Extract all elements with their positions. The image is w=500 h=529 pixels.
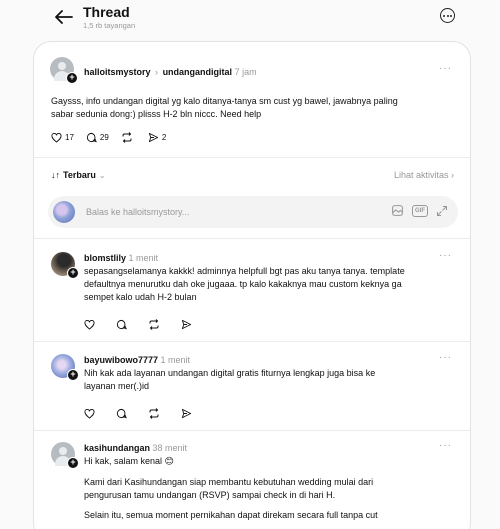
reply-username[interactable]: blomstlily bbox=[84, 253, 126, 263]
reply-actions bbox=[84, 319, 207, 330]
reply-more-icon[interactable]: ··· bbox=[439, 352, 452, 363]
reply-time: 1 menit bbox=[160, 355, 191, 365]
post-time: 7 jam bbox=[234, 67, 257, 77]
divider bbox=[34, 238, 470, 239]
comment-button[interactable] bbox=[116, 408, 130, 419]
comment-bubble-icon bbox=[116, 319, 127, 330]
image-icon[interactable] bbox=[391, 204, 404, 217]
like-button[interactable] bbox=[84, 408, 98, 419]
reply-avatar[interactable]: + bbox=[51, 442, 79, 469]
comment-count: 29 bbox=[99, 133, 109, 142]
like-button[interactable]: 17 bbox=[51, 132, 74, 143]
divider bbox=[34, 430, 470, 431]
share-count: 2 bbox=[161, 133, 167, 142]
send-icon bbox=[148, 132, 158, 143]
follow-plus-icon[interactable]: + bbox=[67, 369, 79, 381]
send-icon bbox=[181, 408, 192, 419]
expand-icon[interactable] bbox=[436, 205, 448, 217]
comment-bubble-icon bbox=[116, 408, 127, 419]
more-options-icon[interactable] bbox=[440, 8, 455, 23]
reply-time: 38 menit bbox=[152, 443, 188, 453]
chevron-right-icon: › bbox=[155, 67, 159, 77]
divider bbox=[34, 341, 470, 342]
reply-avatar[interactable]: + bbox=[51, 252, 79, 279]
reply-tools: GIF bbox=[391, 204, 448, 217]
heart-icon bbox=[51, 132, 62, 143]
sort-arrows-icon: ↓↑ bbox=[51, 170, 60, 180]
reply-text: Nih kak ada layanan undangan digital gra… bbox=[84, 368, 376, 391]
post-more-icon[interactable]: ··· bbox=[439, 63, 452, 74]
heart-icon bbox=[84, 408, 95, 419]
reply-box[interactable]: Balas ke halloitsmystory... GIF bbox=[48, 196, 458, 228]
share-button[interactable] bbox=[181, 408, 195, 419]
reply-meta: bayuwibowo7777 1 menit bbox=[84, 354, 190, 366]
view-count: 1,5 rb tayangan bbox=[83, 21, 136, 30]
post-text: Gaysss, info undangan digital yg kalo di… bbox=[51, 96, 398, 119]
comment-button[interactable] bbox=[116, 319, 130, 330]
reply-meta: kasihundangan 38 menit bbox=[84, 442, 187, 454]
reply-meta: blomstlily 1 menit bbox=[84, 252, 158, 264]
gif-icon[interactable]: GIF bbox=[412, 204, 428, 217]
heart-icon bbox=[84, 319, 95, 330]
reply-text: Hi kak, salam kenal 😊 Kami dari Kasihund… bbox=[84, 456, 378, 520]
follow-plus-icon[interactable]: + bbox=[67, 457, 79, 469]
sort-label: Terbaru bbox=[63, 170, 96, 180]
like-count: 17 bbox=[65, 133, 74, 142]
repost-button[interactable] bbox=[121, 132, 136, 143]
post-username[interactable]: halloitsmystory bbox=[84, 67, 151, 77]
share-button[interactable]: 2 bbox=[148, 132, 166, 143]
repost-button[interactable] bbox=[148, 408, 163, 419]
post-meta: halloitsmystory › undangandigital 7 jam bbox=[84, 66, 257, 78]
reply-more-icon[interactable]: ··· bbox=[439, 250, 452, 261]
page-title: Thread bbox=[83, 4, 130, 20]
comment-button[interactable]: 29 bbox=[86, 132, 109, 143]
reply-avatar[interactable]: + bbox=[51, 354, 79, 381]
send-icon bbox=[181, 319, 192, 330]
reply-text: sepasangselamanya kakkk! adminnya helpfu… bbox=[84, 266, 405, 302]
sort-dropdown[interactable]: ↓↑ Terbaru ⌄ bbox=[51, 170, 106, 180]
top-bar: Thread 1,5 rb tayangan bbox=[0, 0, 500, 40]
current-user-avatar bbox=[53, 201, 75, 223]
thread-card: + halloitsmystory › undangandigital 7 ja… bbox=[33, 41, 471, 529]
like-button[interactable] bbox=[84, 319, 98, 330]
back-arrow-icon[interactable] bbox=[54, 9, 74, 25]
repost-icon bbox=[149, 319, 159, 330]
comment-bubble-icon bbox=[86, 132, 97, 143]
follow-plus-icon[interactable]: + bbox=[66, 72, 78, 84]
repost-button[interactable] bbox=[148, 319, 163, 330]
reply-more-icon[interactable]: ··· bbox=[439, 440, 452, 451]
post-reply-to-username[interactable]: undangandigital bbox=[163, 67, 233, 77]
share-button[interactable] bbox=[181, 319, 195, 330]
chevron-down-icon: ⌄ bbox=[98, 170, 106, 180]
post-actions: 17 29 2 bbox=[51, 132, 178, 143]
chevron-right-icon: › bbox=[451, 170, 454, 180]
reply-username[interactable]: bayuwibowo7777 bbox=[84, 355, 158, 365]
reply-actions bbox=[84, 408, 207, 419]
view-activity-link[interactable]: Lihat aktivitas › bbox=[394, 170, 454, 180]
post-author-avatar[interactable]: + bbox=[50, 57, 78, 84]
reply-username[interactable]: kasihundangan bbox=[84, 443, 150, 453]
reply-time: 1 menit bbox=[128, 253, 159, 263]
repost-icon bbox=[149, 408, 159, 419]
follow-plus-icon[interactable]: + bbox=[67, 267, 79, 279]
repost-icon bbox=[122, 132, 132, 143]
divider bbox=[34, 157, 470, 158]
reply-input-placeholder[interactable]: Balas ke halloitsmystory... bbox=[86, 207, 189, 217]
